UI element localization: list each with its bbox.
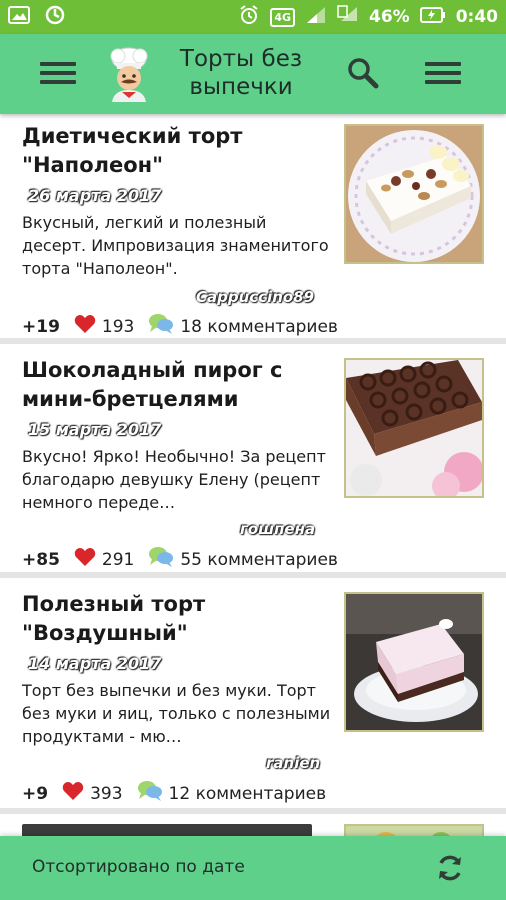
recipe-photo-airy-cake[interactable] <box>344 592 484 732</box>
recipe-author[interactable]: ranien <box>266 754 320 772</box>
sort-bar: Отсортировано по дате <box>0 836 506 900</box>
alarm-icon <box>238 4 260 31</box>
search-button[interactable] <box>346 56 386 92</box>
rating-value: +85 <box>22 549 60 570</box>
recipe-stats: +19 193 18 комментариев <box>22 313 338 340</box>
rating-value: +19 <box>22 316 60 337</box>
likes-count: 193 <box>101 316 135 337</box>
app-screen: 4G 46% 0:40 Торты без выпечки Диетически… <box>0 0 506 900</box>
refresh-icon <box>434 855 466 888</box>
comments-count: 12 комментариев <box>168 783 327 804</box>
recipe-description: Вкусно! Ярко! Необычно! За рецепт благод… <box>22 447 326 512</box>
recipe-stats: +9 393 12 комментариев <box>22 780 326 807</box>
comments-icon[interactable] <box>148 546 174 573</box>
recipe-photo-napoleon-cake[interactable] <box>344 124 484 264</box>
app-title: Торты без выпечки <box>179 46 303 100</box>
recipe-title: Полезный торт "Воздушный" <box>22 592 206 645</box>
battery-percent: 46% <box>369 7 410 27</box>
recipe-date: 26 марта 2017 <box>28 186 162 205</box>
sort-label[interactable]: Отсортировано по дате <box>32 857 245 877</box>
refresh-button[interactable] <box>434 852 466 884</box>
recipe-card[interactable]: Шоколадный пирог с мини-бретцелями 15 ма… <box>0 344 506 572</box>
recipe-author[interactable]: Cappuccino89 <box>196 288 314 306</box>
likes-count: 393 <box>90 783 123 804</box>
likes-count: 291 <box>101 549 135 570</box>
options-menu-button[interactable] <box>425 56 465 90</box>
chef-logo-icon <box>104 46 154 102</box>
recipe-description: Вкусный, легкий и полезный десерт. Импро… <box>22 213 329 278</box>
search-icon <box>346 58 380 94</box>
sim2-signal-icon <box>337 4 359 30</box>
recipe-card[interactable]: Полезный торт "Воздушный" 14 марта 2017 … <box>0 578 506 808</box>
comments-icon[interactable] <box>148 313 174 340</box>
battery-charging-icon <box>419 6 446 28</box>
heart-icon[interactable] <box>62 781 84 806</box>
comments-icon[interactable] <box>137 780 163 807</box>
recipe-title: Шоколадный пирог с мини-бретцелями <box>22 358 283 411</box>
recipe-card[interactable]: Диетический торт "Наполеон" 26 марта 201… <box>0 114 506 338</box>
heart-icon[interactable] <box>74 547 96 572</box>
navigation-menu-button[interactable] <box>40 56 80 90</box>
recipe-description: Торт без выпечки и без муки. Торт без му… <box>22 681 331 746</box>
signal-icon <box>305 5 327 30</box>
recipe-date: 15 марта 2017 <box>28 420 162 439</box>
recipe-stats: +85 291 55 комментариев <box>22 546 338 573</box>
status-bar: 4G 46% 0:40 <box>0 0 506 34</box>
hamburger-icon <box>425 56 465 84</box>
comments-count: 55 комментариев <box>180 549 338 570</box>
heart-icon[interactable] <box>74 314 96 339</box>
recipe-author[interactable]: гошпена <box>240 520 315 538</box>
app-bar: Торты без выпечки <box>0 34 506 114</box>
hamburger-icon <box>40 56 80 84</box>
clock: 0:40 <box>455 7 498 27</box>
recipe-photo-pretzel-pie[interactable] <box>344 358 484 498</box>
recipe-title: Диетический торт "Наполеон" <box>22 124 243 177</box>
comments-count: 18 комментариев <box>180 316 338 337</box>
recipe-date: 14 марта 2017 <box>28 654 162 673</box>
network-type-badge: 4G <box>270 7 295 27</box>
sync-notification-icon <box>44 4 66 30</box>
gallery-notification-icon <box>8 6 30 28</box>
rating-value: +9 <box>22 783 49 804</box>
